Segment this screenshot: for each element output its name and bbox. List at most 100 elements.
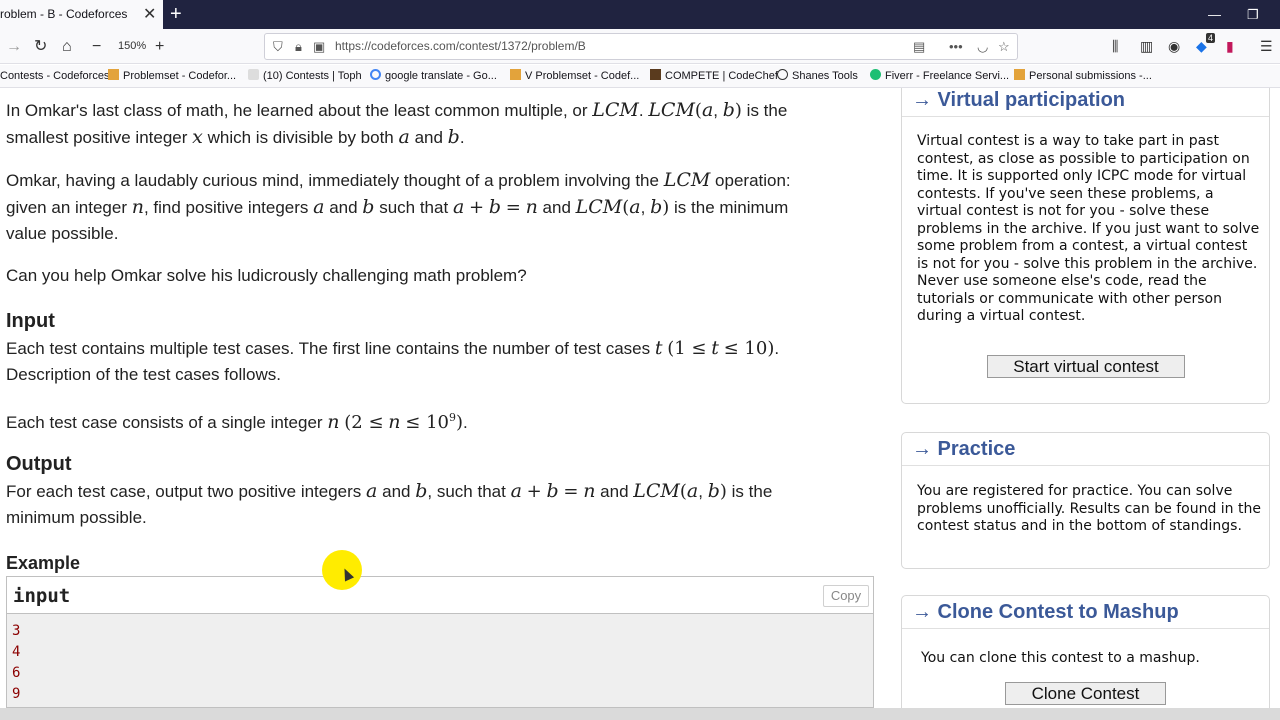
page-content: In Omkar's last class of math, he learne…: [0, 88, 1280, 708]
account-icon[interactable]: ◉: [1168, 29, 1180, 64]
bookmark-label: Personal submissions -...: [1029, 70, 1152, 82]
bar-chart-icon: [1014, 69, 1025, 80]
text: value possible.: [6, 224, 119, 243]
text: and: [600, 482, 629, 501]
bookmarks-bar: Contests - Codeforces Problemset - Codef…: [0, 65, 1280, 88]
box-body: Virtual contest is a way to take part in…: [917, 133, 1260, 324]
start-virtual-contest-button[interactable]: Start virtual contest: [987, 355, 1185, 378]
example-input-lines[interactable]: 3 4 6 9: [12, 621, 20, 705]
text: minimum possible.: [6, 508, 147, 527]
shield-icon[interactable]: ⛉: [273, 34, 283, 59]
bookmark-star-icon[interactable]: ☆: [998, 34, 1010, 59]
output-paragraph: For each test case, output two positive …: [6, 480, 773, 527]
bookmark-label: google translate - Go...: [385, 70, 497, 82]
text: such that: [379, 198, 449, 217]
box-header: → Practice: [902, 433, 1269, 466]
bookmark-item[interactable]: google translate - Go...: [370, 65, 497, 87]
example-line: 6: [12, 665, 21, 681]
toph-icon: [248, 69, 259, 80]
bookmark-item[interactable]: COMPETE | CodeChef: [650, 65, 778, 87]
url-text[interactable]: https://codeforces.com/contest/1372/prob…: [335, 34, 586, 59]
paragraph-2: Omkar, having a laudably curious mind, i…: [6, 169, 791, 243]
clone-contest-button[interactable]: Clone Contest: [1005, 682, 1166, 705]
tab-title: roblem - B - Codeforces: [0, 7, 128, 21]
text: In Omkar's last class of math, he learne…: [6, 101, 588, 120]
text: and: [542, 198, 571, 217]
url-bar[interactable]: ⛉ 🔒︎ ▣ https://codeforces.com/contest/13…: [264, 33, 1018, 60]
zoom-in-icon[interactable]: +: [155, 29, 164, 64]
bookmark-item[interactable]: Problemset - Codefor...: [108, 65, 236, 87]
sidebar-icon[interactable]: ▥: [1140, 29, 1153, 64]
bookmark-label: (10) Contests | Toph: [263, 70, 362, 82]
tab-close-icon[interactable]: ✕: [143, 0, 156, 29]
text: smallest positive integer: [6, 128, 188, 147]
bookmark-item[interactable]: Contests - Codeforces: [0, 65, 109, 87]
bookmark-item[interactable]: Fiverr - Freelance Servi...: [870, 65, 1009, 87]
new-tab-button[interactable]: +: [170, 0, 182, 28]
google-icon: [370, 69, 381, 80]
bookmark-label: Fiverr - Freelance Servi...: [885, 70, 1010, 82]
bookmark-label: Shanes Tools: [792, 70, 858, 82]
globe-icon: [777, 69, 788, 80]
extension-badge: 4: [1206, 33, 1216, 43]
tab-bar: roblem - B - Codeforces ✕ + — ❐: [0, 0, 1280, 29]
active-tab[interactable]: roblem - B - Codeforces ✕: [0, 0, 163, 29]
text: , such that: [427, 482, 506, 501]
menu-icon[interactable]: ☰: [1260, 29, 1273, 64]
text: Description of the test cases follows.: [6, 365, 281, 384]
fiverr-icon: [870, 69, 881, 80]
text: which is divisible by both: [207, 128, 394, 147]
box-body: You are registered for practice. You can…: [917, 483, 1261, 534]
box-title: → Virtual participation: [912, 89, 1125, 111]
text: and: [329, 198, 358, 217]
zoom-level[interactable]: 150%: [118, 29, 146, 64]
bookmark-item[interactable]: Shanes Tools: [777, 65, 858, 87]
bookmark-item[interactable]: Personal submissions -...: [1014, 65, 1152, 87]
text: given an integer: [6, 198, 127, 217]
extension2-icon[interactable]: ▮: [1226, 29, 1234, 64]
text: is the: [731, 482, 773, 501]
codechef-icon: [650, 69, 661, 80]
text: is the minimum: [674, 198, 789, 217]
reload-icon[interactable]: ↻: [34, 29, 47, 64]
reader-view-icon[interactable]: ▤: [913, 34, 925, 59]
bookmark-item[interactable]: (10) Contests | Toph: [248, 65, 362, 87]
lock-icon[interactable]: 🔒︎: [295, 34, 302, 59]
bookmark-item[interactable]: V Problemset - Codef...: [510, 65, 639, 87]
bar-chart-icon: [510, 69, 521, 80]
forward-icon[interactable]: →: [6, 29, 22, 64]
paragraph-1: In Omkar's last class of math, he learne…: [6, 99, 788, 148]
virtual-participation-box: → Virtual participation Virtual contest …: [901, 88, 1270, 404]
bar-chart-icon: [108, 69, 119, 80]
zoom-out-icon[interactable]: −: [92, 29, 101, 64]
text: Each test case consists of a single inte…: [6, 413, 323, 432]
bookmark-label: V Problemset - Codef...: [525, 70, 640, 82]
copy-button[interactable]: Copy: [823, 585, 869, 607]
input-paragraph-2: Each test case consists of a single inte…: [6, 411, 468, 433]
input-paragraph-1: Each test contains multiple test cases. …: [6, 337, 780, 384]
example-line: 9: [12, 686, 21, 702]
page-actions-icon[interactable]: •••: [949, 34, 963, 59]
paragraph-3: Can you help Omkar solve his ludicrously…: [6, 266, 527, 285]
library-icon[interactable]: ⫼: [1112, 29, 1118, 64]
output-heading: Output: [6, 453, 72, 475]
permissions-icon[interactable]: ▣: [313, 34, 325, 59]
text: and: [382, 482, 411, 501]
text: Each test contains multiple test cases. …: [6, 339, 651, 358]
example-line: 3: [12, 623, 21, 639]
example-line: 4: [12, 644, 21, 660]
home-icon[interactable]: ⌂: [62, 29, 72, 64]
text: operation:: [715, 171, 791, 190]
box-title: → Practice: [912, 438, 1016, 460]
nav-bar: → ↻ ⌂ − 150% + ⛉ 🔒︎ ▣ https://codeforces…: [0, 29, 1280, 64]
text: Omkar, having a laudably curious mind, i…: [6, 171, 659, 190]
minimize-icon[interactable]: —: [1208, 0, 1221, 29]
restore-icon[interactable]: ❐: [1247, 0, 1259, 29]
bookmark-label: Problemset - Codefor...: [123, 70, 237, 82]
box-title: → Clone Contest to Mashup: [912, 601, 1179, 623]
example-header: input Copy: [7, 577, 873, 614]
horizontal-scrollbar[interactable]: [0, 708, 1280, 720]
text: For each test case, output two positive …: [6, 482, 362, 501]
pocket-icon[interactable]: ◡: [977, 34, 988, 59]
box-header: → Virtual participation: [902, 88, 1269, 117]
